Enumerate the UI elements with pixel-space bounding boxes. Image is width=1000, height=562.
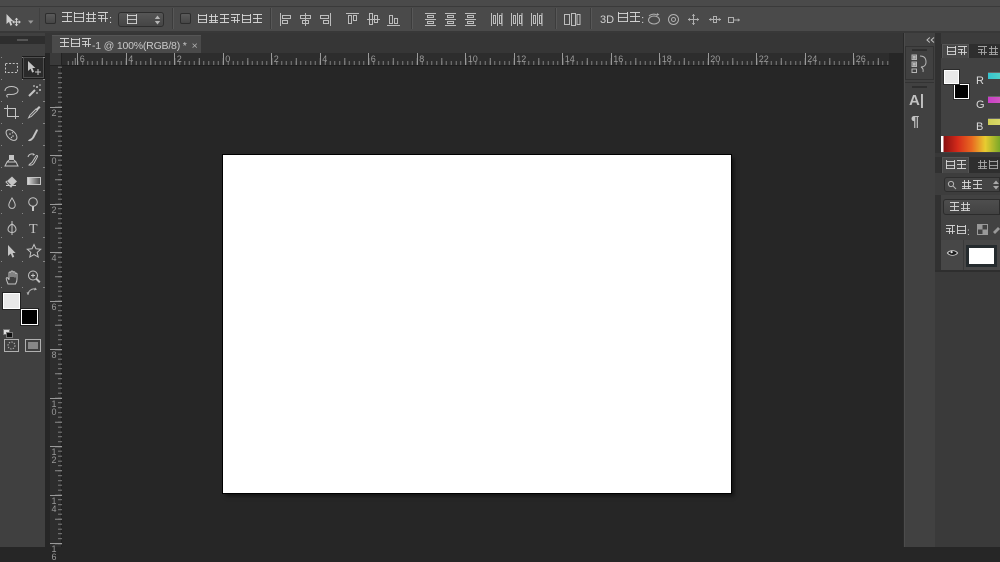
svg-text:T: T	[29, 222, 38, 237]
